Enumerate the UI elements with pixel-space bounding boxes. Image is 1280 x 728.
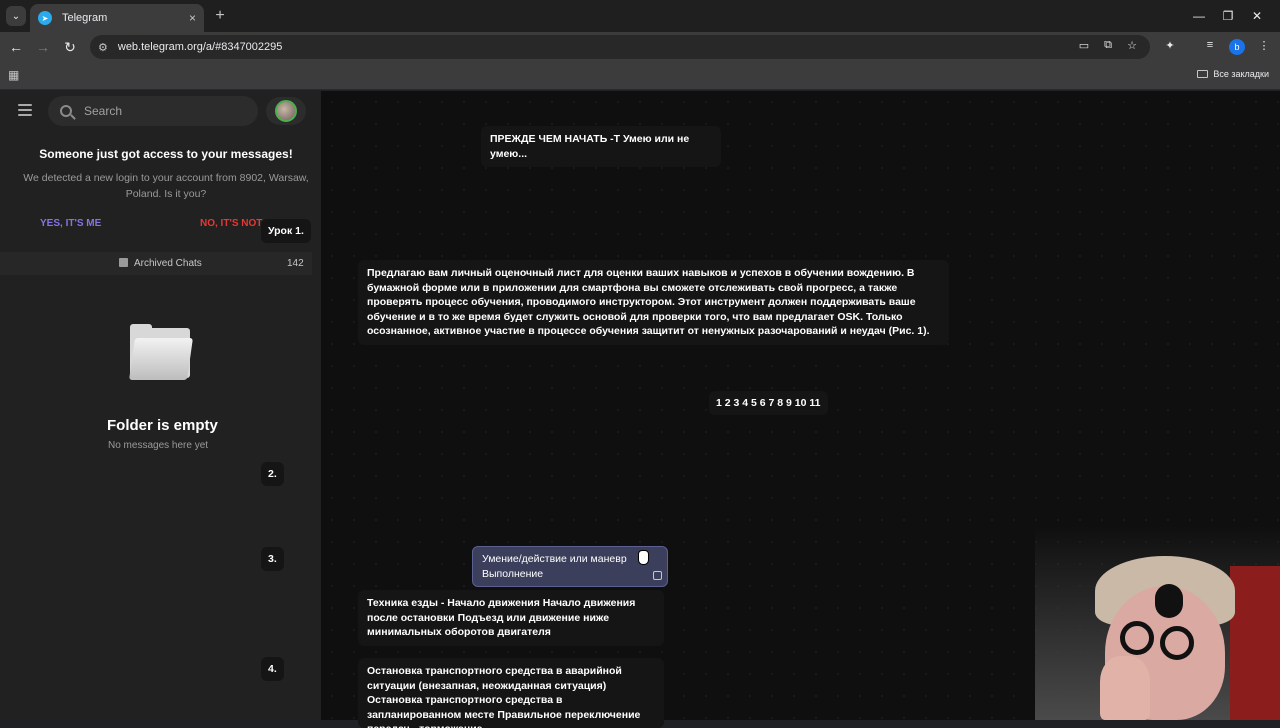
reload-icon[interactable]: ↻ xyxy=(60,37,80,57)
browser-toolbar: ← → ↻ ⚙ web.telegram.org/a/#8347002295 ▭… xyxy=(0,32,1280,62)
archive-icon xyxy=(119,258,128,267)
tab-title: Telegram xyxy=(62,12,108,24)
all-bookmarks-button[interactable]: Все закладки xyxy=(1197,69,1269,79)
minimize-button[interactable]: — xyxy=(1184,6,1214,26)
highlight-line-2: Выполнение xyxy=(482,568,544,580)
archived-chats-row[interactable]: Archived Chats 142 xyxy=(0,252,312,275)
message-stop[interactable]: Остановка транспортного средства в авари… xyxy=(358,658,664,728)
close-window-button[interactable]: ✕ xyxy=(1242,6,1272,26)
label-3[interactable]: 3. xyxy=(261,547,284,571)
message-intro[interactable]: Предлагаю вам личный оценочный лист для … xyxy=(358,260,949,345)
new-tab-button[interactable]: + xyxy=(210,6,230,26)
address-bar[interactable]: ⚙ web.telegram.org/a/#8347002295 xyxy=(90,35,1150,59)
story-avatar[interactable] xyxy=(266,97,306,125)
bookmarks-bar: ▦ Все закладки xyxy=(0,62,1280,90)
hamburger-menu-icon[interactable] xyxy=(18,104,32,116)
site-info-icon[interactable]: ⚙ xyxy=(98,41,108,54)
highlight-line-1: Умение/действие или маневр xyxy=(482,553,627,565)
install-app-icon[interactable]: ⧉ xyxy=(1100,37,1116,53)
search-input[interactable]: Search xyxy=(48,96,258,126)
no-its-not-button[interactable]: NO, IT'S NOT xyxy=(200,218,262,229)
media-control-icon[interactable]: ≡ xyxy=(1202,37,1218,53)
empty-folder-icon xyxy=(129,324,193,380)
security-alert-body: We detected a new login to your account … xyxy=(23,172,309,200)
browser-tab-telegram[interactable]: ➤ Telegram × xyxy=(30,4,204,32)
bookmark-folder-icon xyxy=(1197,70,1209,78)
label-4[interactable]: 4. xyxy=(261,657,284,681)
telegram-sidebar: Search Someone just got access to your m… xyxy=(0,91,321,720)
empty-folder-title: Folder is empty xyxy=(107,417,218,434)
message-technique[interactable]: Техника езды - Начало движения Начало дв… xyxy=(358,590,664,646)
security-alert-title: Someone just got access to your messages… xyxy=(39,147,293,161)
page-numbers[interactable]: 1 2 3 4 5 6 7 8 9 10 11 xyxy=(709,391,828,415)
tab-search-chevron-icon[interactable]: ⌄ xyxy=(6,6,26,26)
browser-tab-bar: ⌄ ➤ Telegram × + — ❐ ✕ xyxy=(0,0,1280,32)
yes-its-me-button[interactable]: YES, IT'S ME xyxy=(40,218,101,229)
webcam-overlay xyxy=(1035,526,1280,720)
tab-close-icon[interactable]: × xyxy=(189,11,196,25)
search-placeholder: Search xyxy=(84,104,123,118)
extensions-icon[interactable]: ✦ xyxy=(1162,37,1178,53)
label-2[interactable]: 2. xyxy=(261,462,284,486)
archived-chats-count: 142 xyxy=(287,258,304,269)
maximize-button[interactable]: ❐ xyxy=(1213,6,1243,26)
empty-folder-subtitle: No messages here yet xyxy=(108,440,209,451)
url-text: web.telegram.org/a/#8347002295 xyxy=(117,41,283,53)
archived-chats-label: Archived Chats xyxy=(134,258,202,269)
clipboard-icon[interactable]: ▭ xyxy=(1076,37,1092,53)
apps-grid-icon[interactable]: ▦ xyxy=(8,68,19,82)
lesson-1-label[interactable]: Урок 1. xyxy=(261,219,311,243)
copy-icon[interactable] xyxy=(653,571,662,580)
telegram-favicon-icon: ➤ xyxy=(38,11,52,25)
back-arrow-icon[interactable]: ← xyxy=(6,37,26,57)
bookmark-star-icon[interactable]: ☆ xyxy=(1124,37,1140,53)
message-before-start[interactable]: ПРЕЖДЕ ЧЕМ НАЧАТЬ -Т Умею или не умею... xyxy=(481,126,721,167)
hand-cursor-icon xyxy=(638,550,649,565)
search-icon xyxy=(60,105,72,117)
all-bookmarks-label: Все закладки xyxy=(1213,69,1269,79)
forward-arrow-icon[interactable]: → xyxy=(33,37,53,57)
more-menu-icon[interactable]: ⋮ xyxy=(1256,37,1272,53)
profile-avatar[interactable]: b xyxy=(1229,39,1245,55)
